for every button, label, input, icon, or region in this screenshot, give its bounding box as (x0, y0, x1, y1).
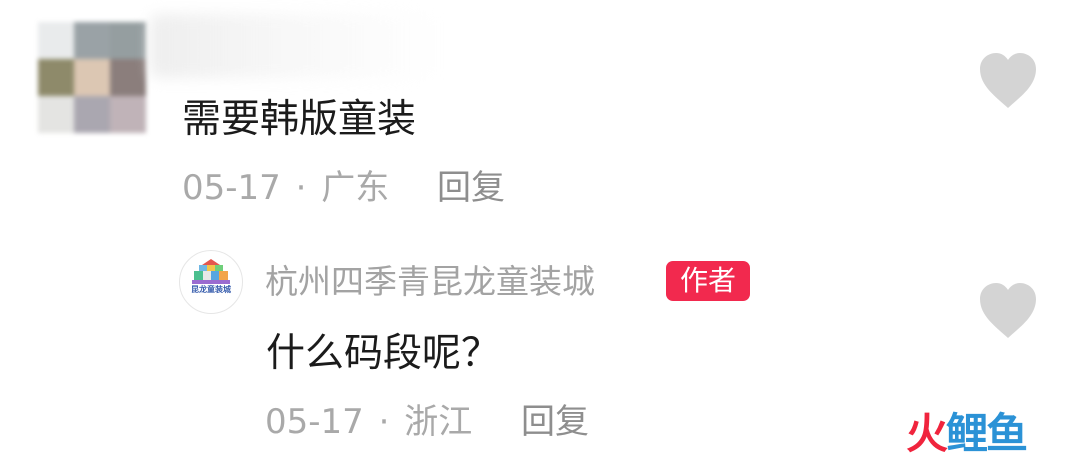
watermark-part2: 鲤鱼 (946, 409, 1028, 458)
author-avatar-caption: 昆龙童装城 (191, 285, 231, 294)
heart-icon[interactable] (976, 50, 1040, 110)
comment-meta: 05-17 · 广东 (182, 171, 389, 205)
store-logo-icon (192, 259, 230, 284)
meta-separator: · (378, 402, 390, 442)
watermark-logo: 火鲤鱼 (906, 409, 1028, 458)
comment-location: 广东 (321, 168, 390, 208)
comment-username-blurred[interactable] (150, 14, 440, 78)
comment-date: 05-17 (182, 168, 281, 208)
meta-separator: · (295, 168, 307, 208)
comment-reply-button[interactable]: 回复 (437, 171, 505, 205)
watermark-part1: 火 (906, 409, 948, 458)
author-avatar[interactable]: 昆龙童装城 (179, 250, 243, 314)
comment-text: 需要韩版童装 (182, 97, 417, 142)
heart-icon[interactable] (976, 280, 1040, 340)
author-name[interactable]: 杭州四季青昆龙童装城 (265, 265, 595, 298)
reply-location: 浙江 (404, 402, 473, 442)
reply-meta: 05-17 · 浙江 (265, 405, 472, 439)
reply-reply-button[interactable]: 回复 (521, 405, 589, 439)
reply-date: 05-17 (265, 402, 364, 442)
comment-avatar[interactable] (38, 22, 146, 134)
reply-text: 什么码段呢？ (266, 331, 501, 376)
author-badge: 作者 (666, 261, 750, 301)
